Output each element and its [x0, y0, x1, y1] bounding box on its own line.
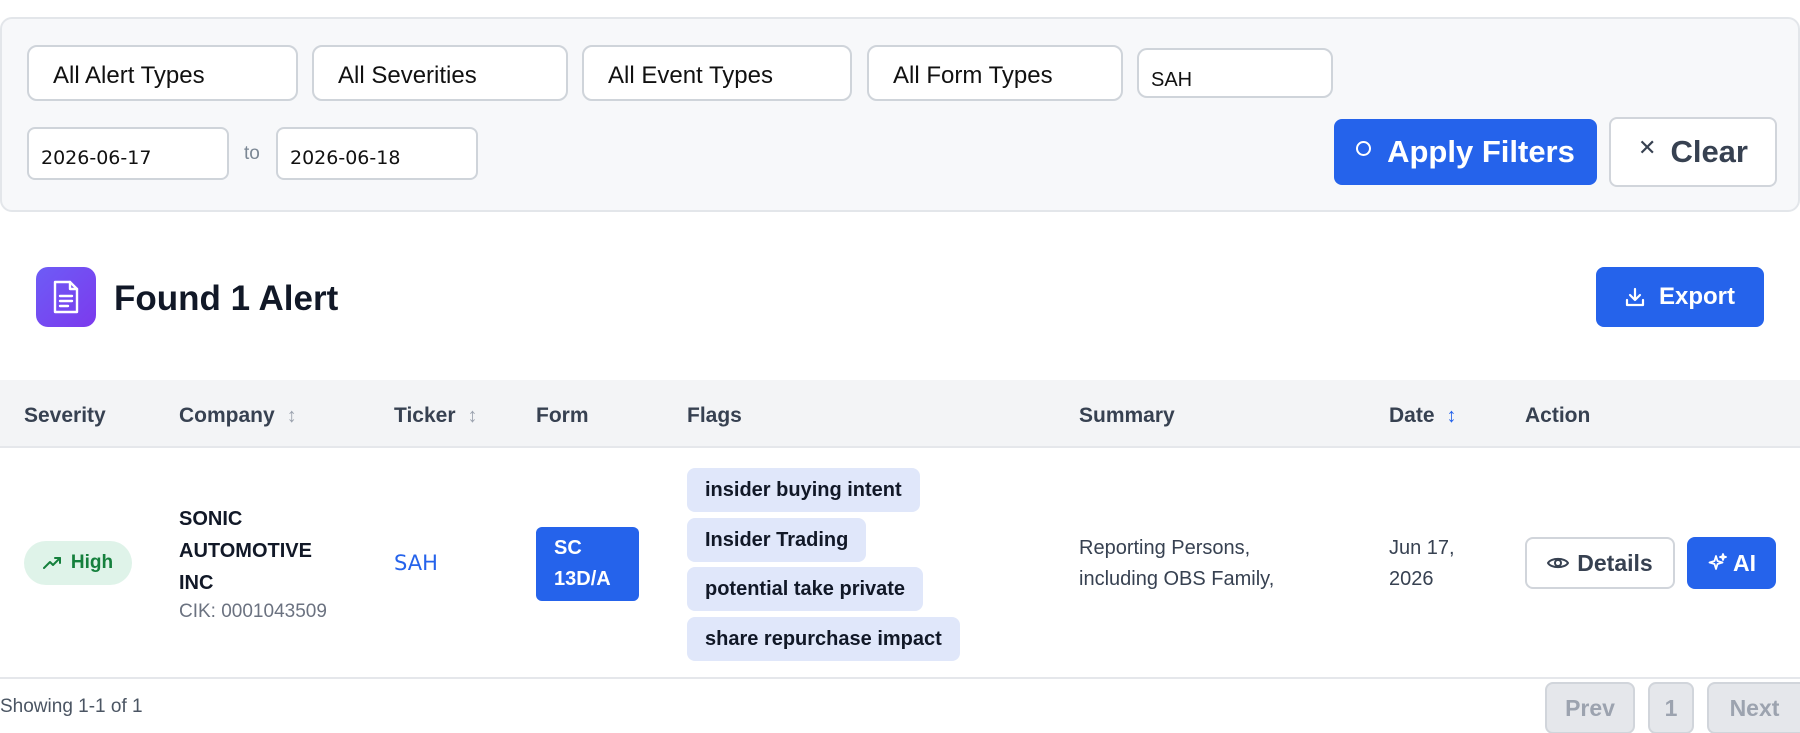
sort-icon[interactable]: ↕ [468, 405, 478, 428]
date-range-separator: to [244, 143, 260, 164]
flag-tag: potential take private [687, 567, 924, 611]
table-row: High SONIC AUTOMOTIVE INC CIK: 000104350… [0, 449, 1800, 679]
severity-select[interactable]: All Severities [312, 45, 568, 101]
ticker-input[interactable]: SAH [1137, 48, 1333, 98]
results-title: Found 1 Alert [114, 279, 339, 318]
document-icon [36, 267, 96, 327]
alert-type-select[interactable]: All Alert Types [27, 45, 298, 101]
table-header: Severity Company ↕ Ticker ↕ Form Flags Sum… [0, 380, 1800, 448]
column-header-company[interactable]: Company ↕ [179, 404, 297, 428]
column-header-flags: Flags [687, 404, 742, 427]
export-label: Export [1658, 283, 1735, 310]
flag-tag: insider buying intent [687, 468, 920, 512]
sort-icon[interactable]: ↕ [1447, 405, 1457, 428]
ticker-link[interactable]: SAH [394, 551, 438, 575]
ai-label: AI [1733, 549, 1756, 576]
column-header-severity: Severity [24, 404, 106, 427]
column-header-date[interactable]: Date ↕ [1389, 404, 1457, 428]
filter-panel: All Alert Types All Severities All Event… [0, 17, 1800, 212]
details-button[interactable]: Details [1525, 537, 1675, 589]
results-count: Showing 1-1 of 1 [0, 696, 143, 717]
close-icon: ✕ [1638, 135, 1657, 160]
prev-page-button[interactable]: Prev [1545, 682, 1635, 733]
sort-icon[interactable]: ↕ [287, 405, 297, 428]
sparkles-icon [1708, 553, 1727, 570]
eye-icon [1547, 557, 1570, 569]
form-type-select[interactable]: All Form Types [867, 45, 1123, 101]
clear-filters-label: Clear [1670, 134, 1748, 169]
event-type-select[interactable]: All Event Types [582, 45, 852, 101]
flag-tag: share repurchase impact [687, 617, 960, 661]
details-label: Details [1577, 549, 1653, 576]
column-header-form: Form [536, 404, 589, 427]
page-number-button[interactable]: 1 [1648, 682, 1694, 733]
ai-button[interactable]: AI [1687, 537, 1776, 589]
severity-label: High [70, 552, 114, 573]
circle-icon [1356, 140, 1372, 156]
trending-up-icon [42, 557, 61, 569]
download-icon [1625, 287, 1645, 307]
company-name: SONIC AUTOMOTIVE INC [179, 508, 312, 594]
apply-filters-button[interactable]: Apply Filters [1334, 119, 1597, 185]
next-page-button[interactable]: Next [1707, 682, 1800, 733]
date-to-input[interactable]: 2026-06-18 [276, 127, 478, 180]
clear-filters-button[interactable]: ✕ Clear [1609, 117, 1777, 187]
column-header-action: Action [1525, 404, 1591, 427]
alert-summary: Reporting Persons, including OBS Family, [1079, 537, 1275, 590]
date-from-input[interactable]: 2026-06-17 [27, 127, 229, 180]
flag-tag: Insider Trading [687, 518, 867, 562]
alert-date: Jun 17, 2026 [1389, 537, 1455, 590]
apply-filters-label: Apply Filters [1387, 134, 1575, 169]
form-badge: SC 13D/A [536, 527, 639, 601]
severity-badge: High [24, 541, 132, 585]
column-header-ticker[interactable]: Ticker ↕ [394, 404, 478, 428]
column-header-summary: Summary [1079, 404, 1175, 427]
company-cik: CIK: 0001043509 [179, 601, 327, 622]
export-button[interactable]: Export [1596, 267, 1764, 327]
